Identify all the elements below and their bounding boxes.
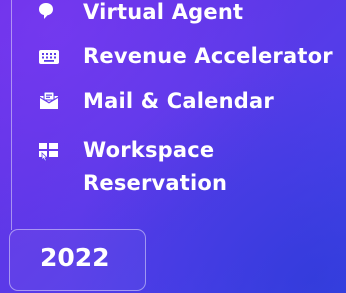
year-selector[interactable]: 2022 <box>9 229 146 291</box>
workspace-reservation-icon <box>38 140 68 162</box>
menu-item-revenue-accelerator[interactable]: Revenue Accelerator <box>38 40 333 73</box>
menu-item-workspace-reservation[interactable]: Workspace Reservation <box>38 134 283 200</box>
chat-bot-icon <box>38 1 68 23</box>
menu-item-label: Workspace Reservation <box>83 138 228 195</box>
mail-calendar-icon <box>38 90 68 112</box>
menu-item-virtual-agent[interactable]: Virtual Agent <box>38 0 243 29</box>
menu-item-label: Virtual Agent <box>83 0 244 24</box>
menu-item-label: Mail & Calendar <box>83 89 274 113</box>
menu-item-label: Revenue Accelerator <box>83 44 333 68</box>
timeline-rule <box>11 0 12 230</box>
year-label: 2022 <box>40 243 110 272</box>
menu-item-mail-calendar[interactable]: Mail & Calendar <box>38 85 274 118</box>
keyboard-icon <box>38 46 68 68</box>
